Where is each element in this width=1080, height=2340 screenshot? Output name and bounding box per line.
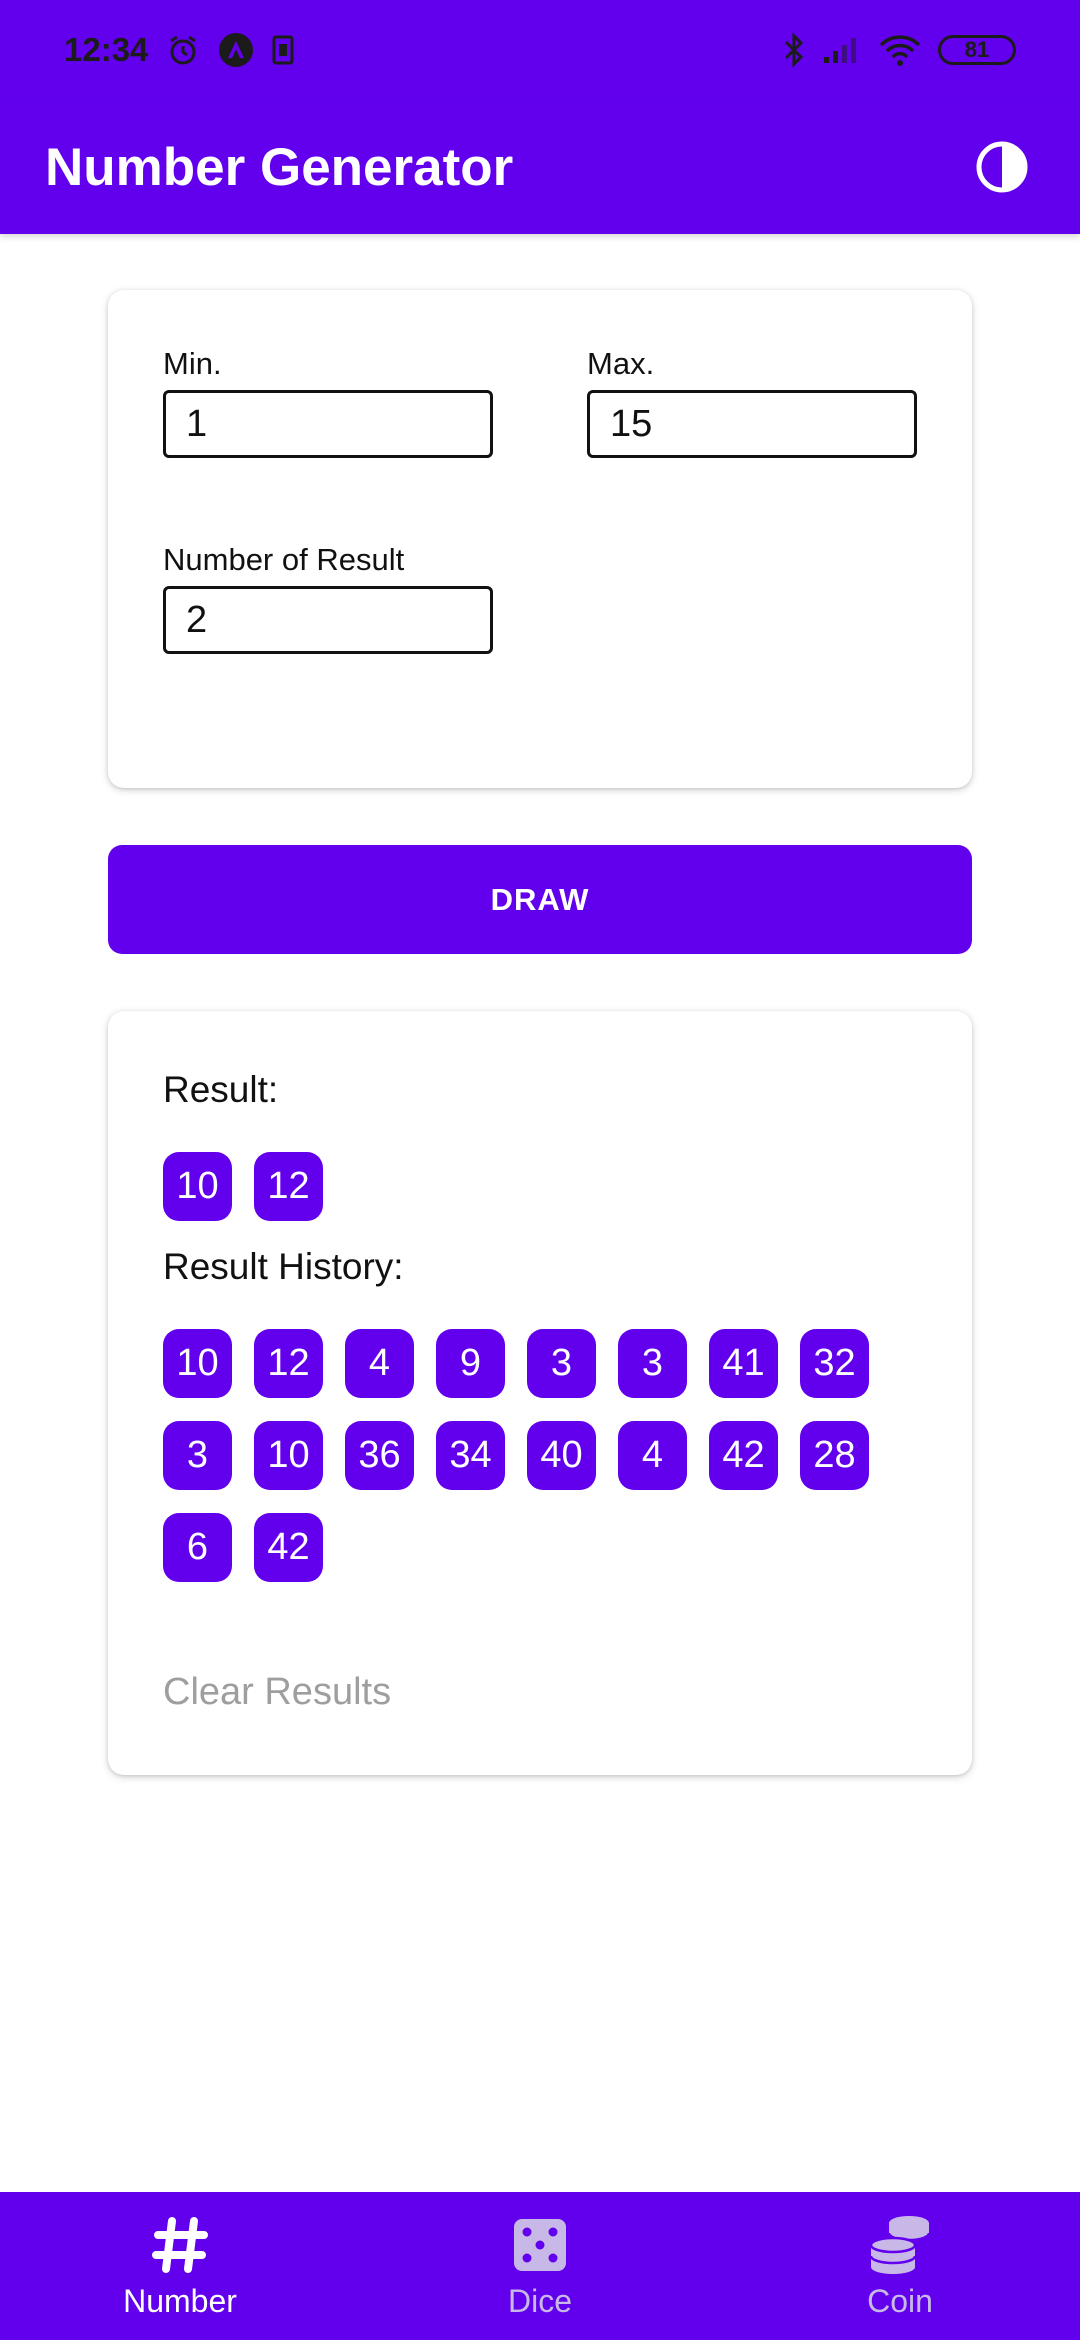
history-title: Result History: — [163, 1246, 404, 1287]
max-label: Max. — [587, 346, 655, 381]
history-chip: 36 — [345, 1421, 414, 1490]
draw-button[interactable]: DRAW — [108, 845, 972, 954]
history-chip: 3 — [618, 1329, 687, 1398]
history-chip: 40 — [527, 1421, 596, 1490]
history-chip: 4 — [618, 1421, 687, 1490]
signal-icon — [822, 35, 862, 65]
nav-label-coin: Coin — [867, 2282, 933, 2319]
history-chip: 42 — [254, 1513, 323, 1582]
result-chips: 10 12 — [163, 1152, 903, 1221]
count-label: Number of Result — [163, 542, 405, 577]
app-bar: Number Generator — [0, 100, 1080, 234]
min-input[interactable] — [163, 390, 493, 458]
history-chip: 4 — [345, 1329, 414, 1398]
history-chip: 12 — [254, 1329, 323, 1398]
history-chip: 42 — [709, 1421, 778, 1490]
sim-card-icon — [272, 35, 294, 65]
nav-label-number: Number — [123, 2282, 237, 2319]
bluetooth-icon — [782, 32, 806, 68]
result-chip: 12 — [254, 1152, 323, 1221]
contrast-icon — [976, 141, 1028, 193]
result-title: Result: — [163, 1069, 279, 1110]
alarm-icon — [166, 33, 200, 67]
history-chip: 10 — [163, 1329, 232, 1398]
nav-label-dice: Dice — [507, 2282, 572, 2319]
history-chips: 10 12 4 9 3 3 41 32 3 10 36 34 40 4 42 2… — [163, 1329, 903, 1582]
min-label: Min. — [163, 346, 222, 381]
bottom-nav: Number Dice Coin — [0, 2192, 1080, 2340]
history-chip: 6 — [163, 1513, 232, 1582]
history-chip: 34 — [436, 1421, 505, 1490]
history-chip: 3 — [163, 1421, 232, 1490]
coins-icon — [867, 2213, 933, 2277]
status-time: 12:34 — [64, 31, 149, 68]
result-chip: 10 — [163, 1152, 232, 1221]
nav-item-dice[interactable]: Dice — [360, 2192, 720, 2340]
history-chip: 41 — [709, 1329, 778, 1398]
nav-item-number[interactable]: Number — [0, 2192, 360, 2340]
history-chip: 28 — [800, 1421, 869, 1490]
app-notification-icon — [218, 32, 254, 68]
history-chip: 9 — [436, 1329, 505, 1398]
hash-icon — [150, 2213, 210, 2277]
dice-icon — [512, 2213, 568, 2277]
page-title: Number Generator — [45, 137, 514, 197]
results-card: Result: 10 12 Result History: 10 12 4 9 … — [108, 1011, 972, 1775]
min-field-group: Min. — [163, 346, 493, 458]
history-chip: 10 — [254, 1421, 323, 1490]
battery-indicator: 81 — [938, 35, 1016, 65]
clear-results-button[interactable]: Clear Results — [163, 1671, 391, 1714]
nav-item-coin[interactable]: Coin — [720, 2192, 1080, 2340]
history-chip: 32 — [800, 1329, 869, 1398]
history-chip: 3 — [527, 1329, 596, 1398]
max-input[interactable] — [587, 390, 917, 458]
wifi-icon — [878, 33, 922, 67]
count-input[interactable] — [163, 586, 493, 654]
input-card: Min. Max. Number of Result — [108, 290, 972, 788]
status-bar: 12:34 81 — [0, 0, 1080, 100]
count-field-group: Number of Result — [163, 542, 493, 654]
battery-level: 81 — [964, 37, 990, 62]
theme-toggle-button[interactable] — [972, 137, 1032, 197]
max-field-group: Max. — [587, 346, 917, 458]
